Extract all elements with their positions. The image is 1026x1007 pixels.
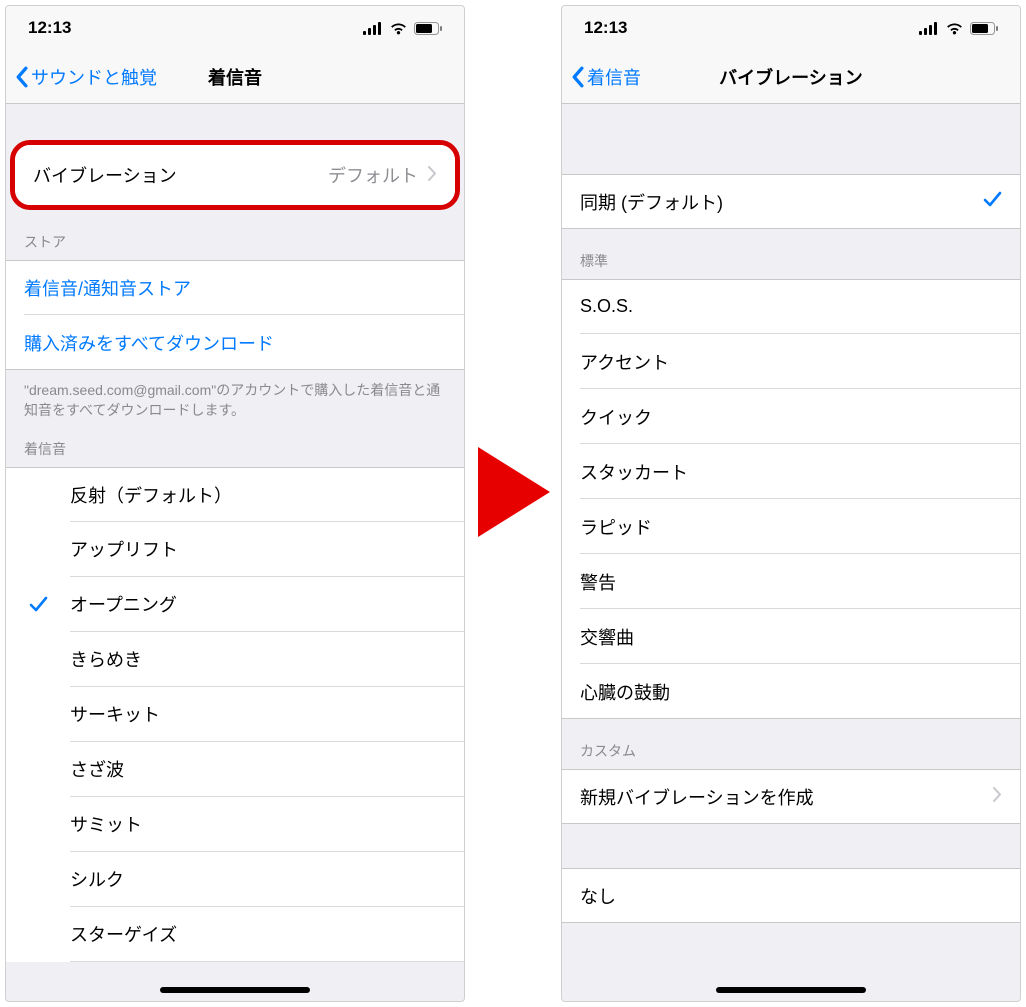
create-vibration-row[interactable]: 新規バイブレーションを作成 [562,769,1020,824]
battery-icon [414,22,442,35]
standard-vibration-row[interactable]: 交響曲 [562,609,1020,664]
wifi-icon [945,22,964,35]
standard-vibration-label: クイック [580,404,652,430]
vibration-row[interactable]: バイブレーション デフォルト [15,145,455,205]
download-all-label: 購入済みをすべてダウンロード [24,330,274,356]
nav-bar: 着信音 バイブレーション [562,50,1020,104]
status-indicators [363,22,442,35]
status-indicators [919,22,998,35]
ringtone-row[interactable]: スターゲイズ [6,907,464,962]
sync-default-row[interactable]: 同期 (デフォルト) [562,174,1020,229]
standard-header: 標準 [562,229,1020,279]
download-all-link[interactable]: 購入済みをすべてダウンロード [6,315,464,370]
back-label: サウンドと触覚 [31,64,157,90]
ringtone-label: サミット [70,811,142,837]
chevron-left-icon [14,66,29,88]
ringtone-label: シルク [70,866,124,892]
ringtone-label: 反射（デフォルト） [70,482,232,508]
ringtone-row[interactable]: シルク [6,852,464,907]
content-right: 同期 (デフォルト) 標準 S.O.S. アクセントクイックスタッカートラピッド警… [562,104,1020,1001]
standard-vibration-label: 心臓の鼓動 [580,679,670,705]
none-label: なし [580,883,616,909]
back-button-sounds[interactable]: サウンドと触覚 [6,64,157,90]
store-footer: "dream.seed.com@gmail.com"のアカウントで購入した着信音… [6,370,464,425]
standard-vibration-label: スタッカート [580,459,688,485]
ringtone-label: オープニング [70,591,177,617]
chevron-right-icon [428,165,437,186]
ringtone-label: アップリフト [70,536,178,562]
highlight-vibration-row: バイブレーション デフォルト [10,140,460,210]
ringtone-row[interactable]: さざ波 [6,742,464,797]
back-button-ringtone[interactable]: 着信音 [562,64,641,90]
content-left: バイブレーション デフォルト ストア 着信音/通知音ストア 購入済みをすべてダウ… [6,104,464,1001]
ringtone-row[interactable]: アップリフト [6,522,464,577]
create-vibration-label: 新規バイブレーションを作成 [580,784,814,810]
chevron-left-icon [570,66,585,88]
ringtone-row[interactable]: きらめき [6,632,464,687]
battery-icon [970,22,998,35]
standard-vibration-row[interactable]: クイック [562,389,1020,444]
ringtone-row[interactable]: 反射（デフォルト） [6,467,464,522]
standard-vibration-row[interactable]: S.O.S. [562,279,1020,334]
standard-vibration-row[interactable]: スタッカート [562,444,1020,499]
chevron-right-icon [993,786,1002,807]
none-row[interactable]: なし [562,868,1020,923]
ringtone-label: さざ波 [70,756,124,782]
checkmark-icon [983,191,1002,213]
standard-vibration-label: ラピッド [580,514,652,540]
ringtone-row[interactable]: サーキット [6,687,464,742]
status-bar: 12:13 [6,6,464,50]
back-label: 着信音 [587,64,641,90]
ringtone-label: サーキット [70,701,160,727]
checkmark-icon [6,596,70,613]
ringtone-label: きらめき [70,646,142,672]
vibration-value: デフォルト [328,162,422,188]
standard-vibration-label: 警告 [580,569,616,595]
phone-right-vibration-settings: 12:13 着信音 バイブレーション 同期 (デフォルト) 標準 [561,5,1021,1002]
wifi-icon [389,22,408,35]
ringtone-row[interactable]: オープニング [6,577,464,632]
standard-vibration-row[interactable]: アクセント [562,334,1020,389]
standard-vibration-row[interactable]: ラピッド [562,499,1020,554]
custom-header: カスタム [562,719,1020,769]
standard-vibration-label: アクセント [580,349,669,375]
tone-store-link[interactable]: 着信音/通知音ストア [6,260,464,315]
standard-vibration-label: S.O.S. [580,296,633,317]
standard-vibration-row[interactable]: 心臓の鼓動 [562,664,1020,719]
cellular-icon [919,22,939,35]
status-time: 12:13 [28,18,71,38]
standard-vibration-row[interactable]: 警告 [562,554,1020,609]
ringtones-header: 着信音 [6,425,464,467]
standard-vibration-label: 交響曲 [580,624,634,650]
ringtone-list: 反射（デフォルト） アップリフトオープニングきらめきサーキットさざ波サミットシルク… [6,467,464,962]
store-header: ストア [6,210,464,260]
status-time: 12:13 [584,18,627,38]
vibration-label: バイブレーション [33,162,177,188]
phone-left-ringtone-settings: 12:13 サウンドと触覚 着信音 バイブレーション デフォルト [5,5,465,1002]
home-indicator[interactable] [160,987,310,993]
ringtone-row[interactable]: サミット [6,797,464,852]
ringtone-label: スターゲイズ [70,921,177,947]
tone-store-label: 着信音/通知音ストア [24,275,191,301]
standard-list: S.O.S. アクセントクイックスタッカートラピッド警告交響曲心臓の鼓動 [562,279,1020,719]
nav-bar: サウンドと触覚 着信音 [6,50,464,104]
home-indicator[interactable] [716,987,866,993]
status-bar: 12:13 [562,6,1020,50]
arrow-right-icon [478,447,550,537]
sync-label: 同期 (デフォルト) [580,189,723,215]
cellular-icon [363,22,383,35]
